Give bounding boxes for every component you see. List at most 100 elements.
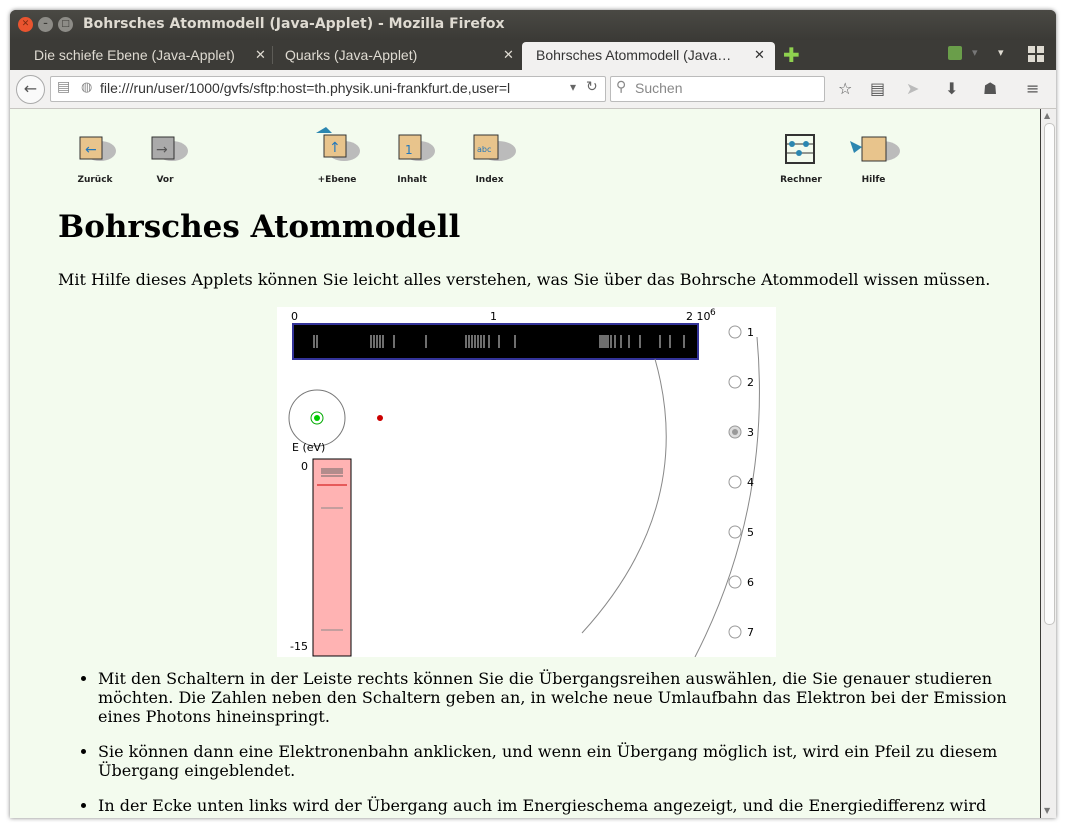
- svg-text:←: ←: [85, 142, 97, 158]
- series-radio-3[interactable]: 3: [728, 425, 754, 439]
- svg-text:↑: ↑: [329, 140, 341, 156]
- nav-label: Inhalt: [397, 175, 427, 185]
- help-icon: [850, 136, 900, 162]
- nav-label: Zurück: [77, 175, 113, 185]
- list-item: Sie können dann eine Elektronenbahn ankl…: [98, 742, 1040, 780]
- scroll-up-icon[interactable]: ▲: [1044, 111, 1050, 120]
- spectrum-label-1: 1: [490, 310, 497, 323]
- tab-label: Quarks (Java-Applet): [285, 47, 418, 63]
- tab-label: Bohrsches Atommodell (Java…: [536, 47, 732, 63]
- nav-label: +Ebene: [317, 175, 357, 185]
- extension-icon[interactable]: ☗: [983, 79, 997, 98]
- tab-bar: Die schiefe Ebene (Java-Applet) ✕ Quarks…: [10, 40, 1056, 70]
- index-icon: abc: [473, 134, 516, 161]
- scroll-down-icon[interactable]: ▼: [1044, 806, 1050, 815]
- series-label: 7: [747, 626, 754, 639]
- energy-axis-label: E (eV): [292, 441, 325, 454]
- tab-close-icon[interactable]: ✕: [503, 42, 514, 68]
- new-tab-icon[interactable]: ✚: [783, 43, 800, 67]
- search-bar[interactable]: ⚲ Suchen: [610, 76, 825, 102]
- search-input[interactable]: Suchen: [635, 80, 682, 96]
- browser-window: ✕ – □ Bohrsches Atommodell (Java-Applet)…: [10, 10, 1056, 818]
- series-label: 4: [747, 476, 754, 489]
- window-title: Bohrsches Atommodell (Java-Applet) - Moz…: [83, 16, 505, 32]
- svg-text:→: →: [156, 142, 168, 158]
- svg-text:abc: abc: [477, 145, 491, 154]
- up-level-icon: ↑: [316, 127, 360, 161]
- series-label: 6: [747, 576, 754, 589]
- energy-bar: [312, 458, 352, 657]
- electron-dot: [314, 415, 320, 421]
- spectrum-label-2: 2 10: [686, 310, 711, 323]
- back-button[interactable]: ←: [16, 75, 45, 104]
- orbit-arc[interactable]: [581, 358, 667, 634]
- chevron-down-icon[interactable]: ▾: [972, 46, 978, 59]
- nav-index-link[interactable]: abc Index: [462, 127, 517, 185]
- chevron-down-icon[interactable]: ▾: [570, 80, 576, 94]
- svg-text:1: 1: [405, 143, 413, 157]
- series-radio-7[interactable]: 7: [728, 625, 754, 639]
- list-all-tabs-icon[interactable]: ▾: [998, 46, 1004, 59]
- menu-icon[interactable]: ≡: [1026, 79, 1039, 98]
- history-icon[interactable]: ▤: [57, 79, 70, 95]
- nav-calculator-link[interactable]: Rechner: [776, 131, 826, 185]
- spectrum-bar: [292, 323, 699, 360]
- navigation-toolbar: ← ▤ ◍ file:///run/user/1000/gvfs/sftp:ho…: [10, 70, 1056, 109]
- tab-schiefe-ebene[interactable]: Die schiefe Ebene (Java-Applet) ✕: [20, 42, 270, 70]
- energy-bottom-label: -15: [290, 640, 308, 653]
- vertical-scrollbar[interactable]: ▲ ▼: [1041, 109, 1056, 818]
- series-label: 2: [747, 376, 754, 389]
- series-label: 1: [747, 326, 754, 339]
- contents-icon: 1: [398, 134, 435, 161]
- nav-help-link[interactable]: Hilfe: [846, 131, 901, 185]
- url-input[interactable]: file:///run/user/1000/gvfs/sftp:host=th.…: [100, 80, 565, 96]
- tab-quarks[interactable]: Quarks (Java-Applet) ✕: [271, 42, 521, 70]
- tab-bohrsches-atommodell[interactable]: Bohrsches Atommodell (Java… ✕: [522, 42, 775, 70]
- send-icon[interactable]: ➤: [906, 79, 919, 98]
- reload-icon[interactable]: ↻: [586, 79, 598, 95]
- series-radio-1[interactable]: 1: [728, 325, 754, 339]
- energy-top-label: 0: [301, 460, 308, 473]
- title-bar: ✕ – □ Bohrsches Atommodell (Java-Applet)…: [10, 10, 1056, 40]
- tab-groups-icon[interactable]: [948, 46, 962, 60]
- nav-up-link[interactable]: ↑ +Ebene: [312, 125, 362, 185]
- tab-close-icon[interactable]: ✕: [255, 42, 266, 68]
- bookmark-star-icon[interactable]: ☆: [838, 79, 852, 98]
- back-box-icon: ←: [79, 136, 116, 161]
- series-radio-2[interactable]: 2: [728, 375, 754, 389]
- series-radio-6[interactable]: 6: [728, 575, 754, 589]
- grid-icon[interactable]: [1028, 46, 1044, 62]
- nav-label: Index: [475, 175, 504, 185]
- series-label: 5: [747, 526, 754, 539]
- maximize-window-button[interactable]: □: [58, 17, 73, 32]
- search-icon: ⚲: [616, 79, 627, 95]
- minimize-window-button[interactable]: –: [38, 17, 53, 32]
- spectrum-label-0: 0: [291, 310, 298, 323]
- nav-forward-link[interactable]: → Vor: [140, 129, 190, 185]
- forward-box-icon: →: [151, 136, 188, 161]
- close-window-button[interactable]: ✕: [18, 17, 33, 32]
- page-content: ← Zurück → Vor ↑ +Ebene 1 Inhalt abc Ind…: [10, 109, 1040, 818]
- intro-paragraph: Mit Hilfe dieses Applets können Sie leic…: [58, 270, 991, 289]
- list-item: In der Ecke unten links wird der Übergan…: [98, 796, 1040, 815]
- abacus-icon: [785, 134, 815, 164]
- download-icon[interactable]: ⬇: [945, 79, 958, 98]
- nav-contents-link[interactable]: 1 Inhalt: [387, 127, 437, 185]
- reading-list-icon[interactable]: ▤: [870, 79, 885, 98]
- nav-label: Vor: [156, 175, 174, 185]
- series-radio-4[interactable]: 4: [728, 475, 754, 489]
- globe-icon: ◍: [81, 80, 93, 95]
- tab-close-icon[interactable]: ✕: [754, 42, 765, 68]
- series-label: 3: [747, 426, 754, 439]
- nav-label: Rechner: [780, 175, 822, 185]
- url-bar[interactable]: ▤ ◍ file:///run/user/1000/gvfs/sftp:host…: [50, 76, 606, 102]
- nav-label: Hilfe: [861, 175, 886, 185]
- tab-label: Die schiefe Ebene (Java-Applet): [34, 47, 235, 63]
- bohr-applet[interactable]: 0 1 2 10 6 E (eV) 0 -15 1 2 3 4 5 6 7: [277, 307, 776, 658]
- scrollbar-thumb[interactable]: [1044, 123, 1055, 625]
- applet-canvas[interactable]: 0 1 2 10 6 E (eV) 0 -15 1 2 3 4 5 6 7: [277, 307, 776, 658]
- spectrum-exponent: 6: [710, 308, 716, 318]
- nav-back-link[interactable]: ← Zurück: [70, 129, 120, 185]
- list-item: Mit den Schaltern in der Leiste rechts k…: [98, 669, 1040, 726]
- nucleus-dot: [377, 415, 383, 421]
